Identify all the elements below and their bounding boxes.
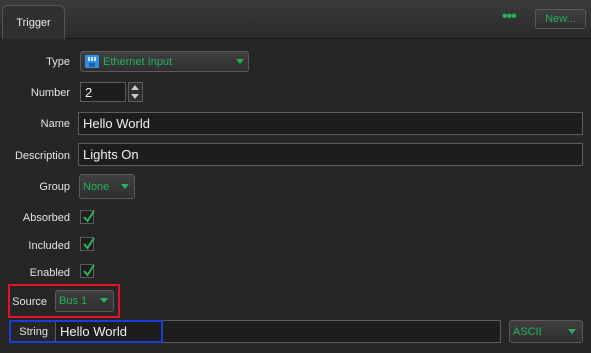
new-button-label: New...	[545, 13, 576, 25]
enabled-checkbox[interactable]	[80, 264, 95, 278]
checkmark-icon	[83, 237, 95, 250]
chevron-down-icon	[568, 329, 576, 334]
decrement-icon[interactable]	[131, 94, 139, 99]
checkmark-icon	[83, 264, 95, 277]
chevron-down-icon	[236, 59, 244, 64]
chevron-down-icon	[121, 184, 129, 189]
number-input[interactable]: 2	[80, 82, 126, 102]
included-label: Included	[28, 240, 70, 252]
string-label: String	[19, 326, 48, 338]
description-input[interactable]: Lights On	[78, 143, 583, 166]
type-value: Ethernet Input	[103, 55, 173, 68]
increment-icon[interactable]	[131, 85, 139, 90]
source-label: Source	[12, 296, 47, 308]
number-label: Number	[30, 87, 70, 99]
description-value: Lights On	[83, 147, 139, 162]
source-dropdown[interactable]: Bus 1	[55, 290, 114, 312]
encoding-value: ASCII	[513, 325, 542, 338]
group-value: None	[83, 180, 110, 193]
tab-trigger[interactable]: Trigger	[2, 5, 65, 39]
ethernet-icon	[84, 54, 100, 69]
description-label: Description	[14, 150, 70, 162]
enabled-label: Enabled	[29, 267, 70, 279]
encoding-dropdown[interactable]: ASCII	[509, 320, 583, 343]
name-input[interactable]: Hello World	[78, 112, 583, 135]
name-label: Name	[40, 118, 70, 130]
tab-trigger-label: Trigger	[16, 16, 51, 29]
chevron-down-icon	[100, 298, 108, 303]
group-dropdown[interactable]: None	[79, 174, 135, 199]
absorbed-label: Absorbed	[22, 212, 70, 224]
type-dropdown[interactable]: Ethernet Input	[80, 51, 249, 72]
number-value: 2	[85, 84, 93, 100]
absorbed-checkbox[interactable]	[80, 210, 95, 224]
type-label: Type	[46, 56, 70, 68]
name-value: Hello World	[83, 116, 150, 131]
ellipsis-icon[interactable]: •••	[502, 9, 517, 25]
included-checkbox[interactable]	[80, 237, 95, 251]
new-button[interactable]: New...	[535, 9, 586, 29]
source-value: Bus 1	[59, 295, 88, 307]
number-stepper[interactable]	[128, 82, 143, 102]
checkmark-icon	[83, 210, 95, 223]
group-label: Group	[39, 181, 70, 193]
